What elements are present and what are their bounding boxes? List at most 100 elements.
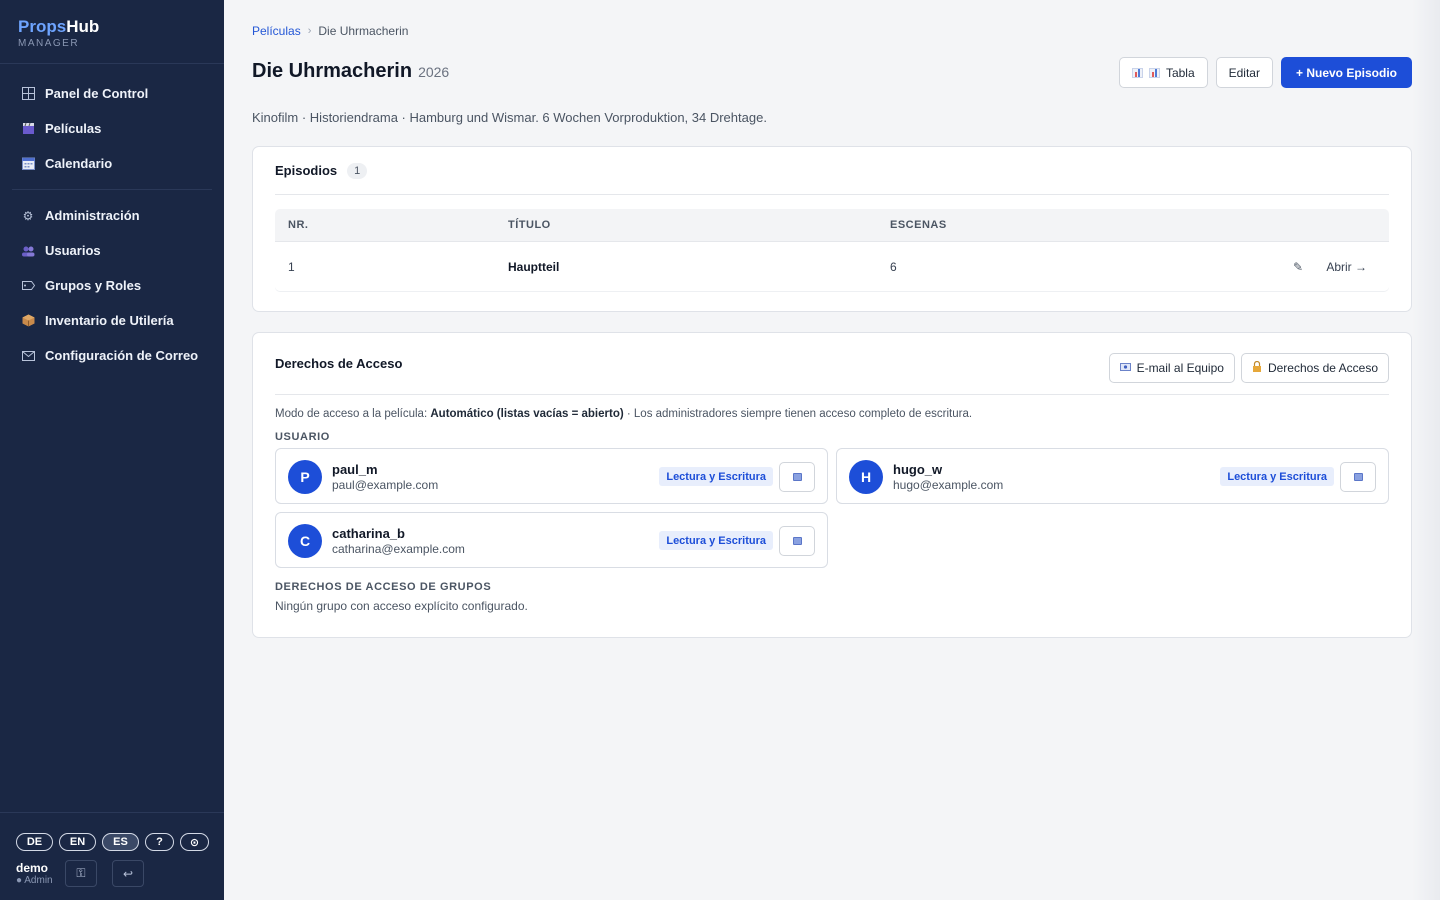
user-access-name: hugo_w bbox=[893, 462, 943, 477]
access-mode-value: Automático (listas vacías = abierto) bbox=[430, 408, 624, 420]
column-header-nr: NR. bbox=[288, 219, 309, 231]
sidebar-item-films[interactable]: Películas bbox=[0, 111, 224, 146]
film-title: Die Uhrmacherin bbox=[252, 60, 413, 82]
logout-button[interactable]: ↩ bbox=[112, 860, 144, 887]
avatar: C bbox=[288, 524, 322, 558]
scroll-shadow bbox=[1412, 0, 1440, 900]
breadcrumb: Películas › Die Uhrmacherin bbox=[252, 24, 408, 38]
sidebar-item-mail-config[interactable]: Configuración de Correo bbox=[0, 338, 224, 373]
sidebar-item-label: Películas bbox=[45, 121, 102, 136]
groups-empty-text: Ningún grupo con acceso explícito config… bbox=[275, 599, 528, 613]
pencil-icon[interactable]: ✎ bbox=[1293, 242, 1303, 291]
package-icon bbox=[20, 313, 36, 329]
account-settings-button[interactable]: ⚿ bbox=[65, 860, 97, 887]
table-view-button[interactable]: Tabla bbox=[1118, 57, 1208, 88]
episode-title: Hauptteil bbox=[508, 259, 560, 274]
permission-badge: Lectura y Escritura bbox=[659, 467, 773, 486]
episodes-header: Episodios 1 bbox=[275, 147, 1389, 195]
sidebar-divider bbox=[12, 189, 212, 190]
sidebar-item-label: Usuarios bbox=[45, 243, 101, 258]
film-year: 2026 bbox=[418, 64, 450, 80]
sidebar-item-label: Panel de Control bbox=[45, 86, 149, 101]
remove-access-button[interactable] bbox=[779, 462, 815, 492]
sidebar-item-label: Administración bbox=[45, 208, 140, 223]
help-button[interactable]: ? bbox=[145, 833, 174, 851]
sidebar-item-users[interactable]: Usuarios bbox=[0, 233, 224, 268]
user-access-card: C catharina_b catharina@example.com Lect… bbox=[275, 512, 828, 568]
gear-icon: ⚙ bbox=[22, 208, 34, 223]
user-role: ● Admin bbox=[16, 874, 53, 886]
user-name: demo bbox=[16, 860, 49, 875]
remove-access-button[interactable] bbox=[779, 526, 815, 556]
tag-icon bbox=[20, 278, 36, 294]
theme-toggle-button[interactable]: ⊙ bbox=[180, 833, 209, 851]
episode-scenes: 6 bbox=[890, 259, 897, 274]
avatar: H bbox=[849, 460, 883, 494]
sidebar-nav: Panel de Control Películas Calendario ⚙ … bbox=[0, 64, 224, 373]
sidebar-item-label: Inventario de Utilería bbox=[45, 313, 174, 328]
open-episode-link[interactable]: Abrir → bbox=[1326, 242, 1367, 291]
remove-icon bbox=[792, 473, 802, 481]
sidebar-item-administration[interactable]: ⚙ Administración bbox=[0, 198, 224, 233]
groups-section-label: DERECHOS DE ACCESO DE GRUPOS bbox=[275, 581, 492, 593]
main-content: Películas › Die Uhrmacherin Die Uhrmache… bbox=[224, 0, 1440, 900]
lang-es-button[interactable]: ES bbox=[102, 833, 139, 851]
access-mode-text: Modo de acceso a la película: Automático… bbox=[275, 408, 972, 420]
episode-nr: 1 bbox=[288, 259, 295, 274]
remove-icon bbox=[1353, 473, 1363, 481]
lock-icon bbox=[1252, 360, 1262, 375]
episodes-title: Episodios bbox=[275, 163, 338, 178]
clapperboard-icon bbox=[20, 121, 36, 137]
user-access-email: catharina@example.com bbox=[332, 542, 465, 556]
permission-badge: Lectura y Escritura bbox=[1220, 467, 1334, 486]
brand-logo[interactable]: PropsHub MANAGER bbox=[0, 0, 224, 64]
logout-icon: ↩ bbox=[122, 866, 134, 881]
user-access-email: hugo@example.com bbox=[893, 478, 1004, 492]
sidebar-footer: DE EN ES ? ⊙ demo ● Admin ⚿ ↩ bbox=[0, 812, 224, 900]
language-switcher: DE EN ES ? ⊙ bbox=[16, 833, 209, 851]
new-episode-button[interactable]: + Nuevo Episodio bbox=[1280, 57, 1412, 88]
sidebar-item-props-inventory[interactable]: Inventario de Utilería bbox=[0, 303, 224, 338]
email-team-button[interactable]: E-mail al Equipo bbox=[1108, 353, 1235, 383]
page-title: Die Uhrmacherin 2026 bbox=[252, 60, 449, 83]
sidebar-item-groups-roles[interactable]: Grupos y Roles bbox=[0, 268, 224, 303]
access-rights-card: Derechos de Acceso E-mail al Equipo Dere… bbox=[252, 332, 1412, 638]
lang-en-button[interactable]: EN bbox=[59, 833, 96, 851]
brand-name-part1: Props bbox=[18, 17, 67, 36]
envelope-icon bbox=[1119, 362, 1131, 374]
user-access-email: paul@example.com bbox=[332, 478, 439, 492]
sidebar-item-label: Configuración de Correo bbox=[45, 348, 199, 363]
table-view-label: Tabla bbox=[1165, 65, 1195, 80]
avatar: P bbox=[288, 460, 322, 494]
access-rights-button[interactable]: Derechos de Acceso bbox=[1240, 353, 1389, 383]
remove-icon bbox=[792, 537, 802, 545]
sidebar-item-dashboard[interactable]: Panel de Control bbox=[0, 76, 224, 111]
lang-de-button[interactable]: DE bbox=[16, 833, 53, 851]
users-section-label: USUARIO bbox=[275, 431, 330, 443]
user-access-card: P paul_m paul@example.com Lectura y Escr… bbox=[275, 448, 828, 504]
permission-badge: Lectura y Escritura bbox=[659, 531, 773, 550]
grid-icon bbox=[20, 86, 36, 102]
access-actions: E-mail al Equipo Derechos de Acceso bbox=[1108, 353, 1389, 383]
users-icon bbox=[20, 243, 36, 259]
table-row[interactable]: 1 Hauptteil 6 ✎ Abrir → bbox=[275, 242, 1389, 291]
page-actions: Tabla Editar + Nuevo Episodio bbox=[1118, 57, 1412, 88]
breadcrumb-films-link[interactable]: Películas bbox=[252, 24, 301, 38]
user-panel: demo ● Admin ⚿ ↩ bbox=[16, 860, 208, 887]
access-mode-prefix: Modo de acceso a la película: bbox=[275, 408, 431, 420]
edit-button[interactable]: Editar bbox=[1215, 57, 1273, 88]
sidebar-item-label: Grupos y Roles bbox=[45, 278, 142, 293]
access-title: Derechos de Acceso bbox=[275, 356, 403, 371]
access-rights-label: Derechos de Acceso bbox=[1267, 361, 1378, 375]
mail-icon bbox=[20, 348, 36, 364]
chart-icon bbox=[1148, 67, 1160, 78]
column-header-scenes: ESCENAS bbox=[890, 219, 947, 231]
brand-subtitle: MANAGER bbox=[18, 38, 80, 49]
breadcrumb-separator: › bbox=[307, 25, 312, 37]
user-access-card: H hugo_w hugo@example.com Lectura y Escr… bbox=[836, 448, 1389, 504]
sidebar-item-calendar[interactable]: Calendario bbox=[0, 146, 224, 181]
remove-access-button[interactable] bbox=[1340, 462, 1376, 492]
column-header-title: TÍTULO bbox=[508, 219, 551, 231]
episodes-table: NR. TÍTULO ESCENAS 1 Hauptteil 6 ✎ Abrir… bbox=[275, 209, 1389, 291]
film-description: Kinofilm · Historiendrama · Hamburg und … bbox=[252, 110, 767, 125]
